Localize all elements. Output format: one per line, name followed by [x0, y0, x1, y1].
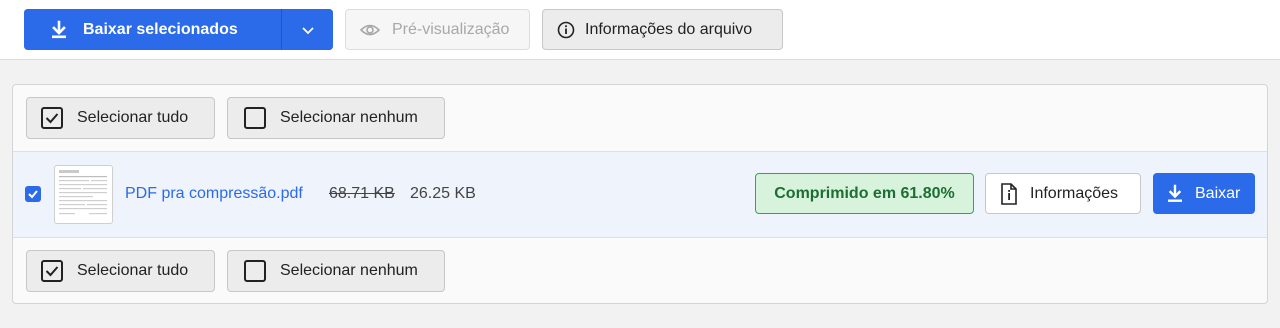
chevron-down-icon [301, 26, 314, 34]
file-thumbnail[interactable] [54, 165, 113, 224]
document-preview-icon [59, 170, 107, 215]
download-selected-label: Baixar selecionados [83, 20, 238, 38]
download-file-button[interactable]: Baixar [1153, 173, 1255, 214]
download-selected-button[interactable]: Baixar selecionados [24, 9, 281, 50]
file-info-button[interactable]: Informações do arquivo [542, 9, 783, 50]
file-info-label: Informações do arquivo [585, 20, 753, 38]
info-circle-icon [557, 21, 575, 38]
document-info-icon [1001, 182, 1017, 205]
select-none-label: Selecionar nenhum [280, 262, 418, 279]
download-file-label: Baixar [1195, 184, 1241, 202]
select-all-label: Selecionar tudo [77, 109, 189, 126]
preview-label: Pré-visualização [392, 20, 510, 38]
download-icon [52, 20, 66, 38]
file-row: PDF pra compressão.pdf 68.71 KB 26.25 KB… [13, 152, 1267, 237]
selection-bar-top: Selecionar tudo Selecionar nenhum [13, 85, 1267, 152]
select-none-label: Selecionar nenhum [280, 109, 418, 126]
download-options-dropdown[interactable] [281, 9, 333, 50]
download-selected-split-button: Baixar selecionados [24, 9, 333, 50]
compression-status-badge: Comprimido em 61.80% [755, 173, 974, 214]
compression-status-text: Comprimido em 61.80% [774, 184, 955, 202]
compressed-size: 26.25 KB [410, 185, 476, 202]
preview-button[interactable]: Pré-visualização [345, 9, 530, 50]
file-info-row-button[interactable]: Informações [985, 173, 1141, 214]
top-toolbar: Baixar selecionados Pré-visualização Inf… [0, 0, 1280, 60]
file-checkbox[interactable] [25, 186, 41, 202]
checkbox-checked-icon [41, 107, 63, 129]
select-all-button-bottom[interactable]: Selecionar tudo [26, 250, 215, 292]
select-all-button[interactable]: Selecionar tudo [26, 97, 215, 139]
checkmark-icon [28, 190, 38, 199]
select-none-button[interactable]: Selecionar nenhum [227, 97, 445, 139]
select-all-label: Selecionar tudo [77, 262, 189, 279]
eye-icon [360, 24, 380, 35]
select-none-button-bottom[interactable]: Selecionar nenhum [227, 250, 445, 292]
selection-bar-bottom: Selecionar tudo Selecionar nenhum [13, 237, 1267, 304]
file-info-row-label: Informações [1030, 184, 1119, 202]
original-size: 68.71 KB [329, 185, 395, 202]
checkbox-checked-icon [41, 260, 63, 282]
download-icon [1168, 184, 1182, 202]
checkbox-empty-icon [244, 260, 266, 282]
file-name-link[interactable]: PDF pra compressão.pdf [125, 185, 303, 203]
checkbox-empty-icon [244, 107, 266, 129]
file-list-panel: Selecionar tudo Selecionar nenhum PDF pr… [12, 84, 1268, 304]
